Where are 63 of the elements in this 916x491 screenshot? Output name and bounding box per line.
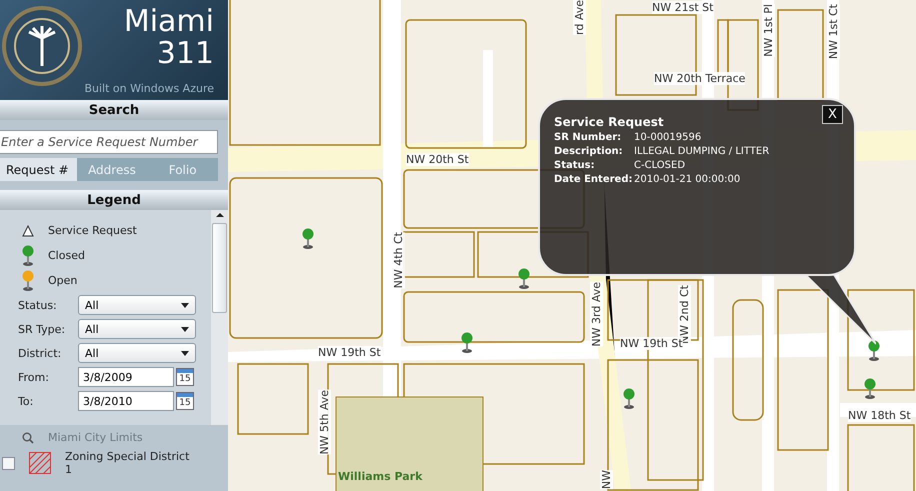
filter-label: Status:	[18, 298, 58, 312]
street-label: NW 18th St	[848, 409, 911, 422]
hatch-pattern-icon	[29, 452, 51, 474]
caret-icon	[181, 302, 189, 308]
filter-label: To:	[18, 394, 34, 408]
street-label: rd Ave	[573, 0, 586, 35]
map-pin-icon[interactable]	[868, 340, 880, 362]
field-value: C-CLOSED	[634, 160, 686, 171]
field-label: Status:	[554, 160, 596, 171]
map-pin-icon[interactable]	[302, 228, 314, 250]
calendar-button[interactable]: 15	[176, 368, 194, 386]
legend-label: Service Request	[48, 224, 137, 237]
filter-label: SR Type:	[18, 322, 66, 336]
search-tab[interactable]: Request #	[0, 158, 77, 181]
map-pin-icon[interactable]	[518, 268, 530, 290]
street-label: NW 4th Ct	[392, 232, 405, 288]
street-label: NW 20th St	[406, 153, 469, 166]
map-pin-icon[interactable]	[461, 332, 473, 354]
layer-label: Miami City Limits	[48, 431, 144, 444]
app-title: Miami	[124, 6, 214, 38]
date-field[interactable]: 3/8/2009	[78, 367, 174, 387]
park-label: Williams Park	[338, 470, 422, 483]
field-label: SR Number:	[554, 132, 622, 143]
dropdown[interactable]: All	[78, 319, 196, 339]
caret-icon	[181, 350, 189, 356]
app-title: 311	[156, 38, 214, 70]
field-value: ILLEGAL DUMPING / LITTER	[634, 146, 770, 157]
filter-label: From:	[18, 370, 50, 384]
filter-label: District:	[18, 346, 62, 360]
map-pin-icon[interactable]	[864, 378, 876, 400]
date-field[interactable]: 3/8/2010	[78, 391, 174, 411]
checkbox[interactable]	[2, 456, 15, 470]
street-label: NW	[600, 470, 613, 490]
popup-title: Service Request	[554, 115, 665, 129]
street-label: NW 5th Ave	[318, 390, 331, 455]
dropdown[interactable]: All	[78, 343, 196, 363]
search-icon	[22, 432, 34, 444]
street-label: NW 1st Pl	[762, 4, 775, 57]
field-label: Description:	[554, 146, 624, 157]
street-label: NW 20th Terrace	[654, 72, 746, 85]
street-label: NW 3rd Ave	[590, 282, 603, 347]
legend-label: Closed	[48, 249, 85, 262]
close-button[interactable]: X	[822, 105, 843, 124]
street-label: NW 1st Ct	[827, 4, 840, 60]
street-label: NW 21st St	[652, 1, 714, 14]
scroll-up-arrow-icon[interactable]	[216, 210, 224, 220]
dropdown[interactable]: All	[78, 295, 196, 315]
field-value: 2010-01-21 00:00:00	[634, 174, 740, 185]
field-value: 10-00019596	[634, 132, 702, 143]
field-label: Date Entered:	[554, 174, 634, 185]
scrollbar[interactable]	[211, 210, 228, 425]
street-label: NW 19th St	[620, 337, 683, 350]
search-field[interactable]: Enter a Service Request Number	[0, 130, 218, 154]
caret-icon	[181, 326, 189, 332]
layer-label: Zoning Special District 1	[65, 450, 190, 476]
section-header: Legend	[0, 190, 228, 210]
legend-label: Open	[48, 274, 78, 287]
section-header: Search	[0, 100, 228, 120]
map-pin-icon[interactable]	[623, 388, 635, 410]
calendar-button[interactable]: 15	[176, 392, 194, 410]
subtitle: Built on Windows Azure	[84, 82, 214, 95]
street-label: NW 19th St	[318, 346, 381, 359]
triangle-icon	[22, 224, 34, 236]
